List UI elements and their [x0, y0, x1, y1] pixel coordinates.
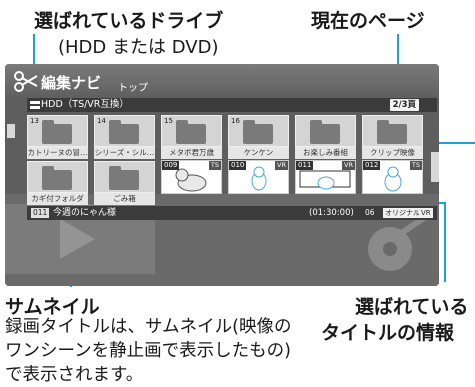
folder-label: シリーズ・シル…: [94, 147, 155, 159]
recording-format-tag: VR: [342, 161, 355, 170]
tv-folder-icon: [310, 120, 340, 144]
folder-number: 16: [231, 117, 240, 125]
recording-format-tag: TS: [409, 161, 422, 170]
screen-header: 編集ナビ トップ: [5, 64, 439, 98]
folder-tile[interactable]: 15: [161, 115, 222, 147]
selected-title-number: 011: [31, 208, 50, 218]
folder-label: ケンケン: [228, 147, 289, 159]
folder-icon: [176, 120, 206, 144]
edit-navi-screen: 編集ナビ トップ HDD（TS/VR互換） 2/3頁 13 カトリーヌの冒… 1…: [5, 64, 439, 286]
folder-tile[interactable]: [27, 161, 88, 193]
folder-tile[interactable]: 16: [228, 115, 289, 147]
folder-tile[interactable]: [362, 115, 423, 147]
folder-label: カギ付フォルダ: [27, 193, 88, 205]
selected-title-name: 今週のにゃん様: [53, 208, 117, 218]
folder-icon: [243, 120, 273, 144]
recording-number: 010: [229, 161, 247, 170]
folder-tile[interactable]: 13: [27, 115, 88, 147]
recording-format-tag: VR: [275, 161, 288, 170]
folder-label: クリップ映像: [362, 147, 423, 159]
app-title: 編集ナビ: [41, 74, 102, 92]
folder-tile[interactable]: [94, 161, 155, 193]
selected-title-duration: (01:30:00): [309, 208, 354, 218]
page-indicator: 2/3頁: [389, 99, 419, 111]
scroll-right-button[interactable]: [431, 152, 439, 182]
recording-format-tag: TS: [208, 161, 221, 170]
folder-label: ごみ箱: [94, 193, 155, 205]
format-tag: VR: [419, 208, 433, 218]
hdd-icon: [30, 101, 40, 109]
clip-folder-icon: [377, 120, 407, 144]
folder-label: メタボ君万歳: [161, 147, 222, 159]
selected-info-callout-line2: タイトルの情報: [321, 322, 455, 344]
page-callout-title: 現在のページ: [311, 10, 425, 32]
breadcrumb: トップ: [118, 83, 148, 94]
scroll-left-button[interactable]: [7, 124, 15, 138]
folder-icon: [109, 120, 139, 144]
selected-title-channel: 06: [365, 208, 375, 217]
scissors-icon: [14, 71, 38, 92]
recording-number: 009: [162, 161, 180, 170]
drive-label: HDD（TS/VR互換）: [41, 99, 129, 110]
selected-title-info-bar: 011 今週のにゃん様 (01:30:00) 06 オリジナル VR: [27, 206, 437, 220]
recording-thumbnail[interactable]: 012 TS: [362, 160, 423, 194]
selected-info-leader-line: [444, 202, 446, 282]
folder-number: 14: [97, 117, 106, 125]
original-tag: オリジナル: [383, 208, 422, 218]
recording-thumbnail[interactable]: 009 TS: [161, 160, 222, 194]
drive-callout-title: 選ばれているドライブ: [34, 10, 224, 32]
drive-callout-subtitle: (HDD または DVD): [58, 37, 219, 58]
recording-thumbnail[interactable]: 010 VR: [228, 160, 289, 194]
lock-folder-icon: [42, 166, 72, 190]
folder-number: 15: [164, 117, 173, 125]
folder-label: カトリーヌの冒…: [27, 147, 88, 159]
recording-number: 011: [296, 161, 314, 170]
recording-number: 012: [363, 161, 381, 170]
folder-tile[interactable]: [295, 115, 356, 147]
folder-label: お楽しみ番組: [295, 147, 356, 159]
folder-number: 13: [30, 117, 39, 125]
thumbnail-callout-desc: 録画タイトルは、サムネイル(映像のワンシーンを静止画で表示したもの)で表示されま…: [5, 317, 292, 385]
folder-icon: [42, 120, 72, 144]
trash-folder-icon: [109, 166, 139, 190]
drive-bar: HDD（TS/VR互換） 2/3頁: [27, 98, 437, 112]
recording-thumbnail[interactable]: 011 VR: [295, 160, 356, 194]
folder-tile[interactable]: 14: [94, 115, 155, 147]
selected-info-callout-line1: 選ばれている: [355, 296, 469, 318]
